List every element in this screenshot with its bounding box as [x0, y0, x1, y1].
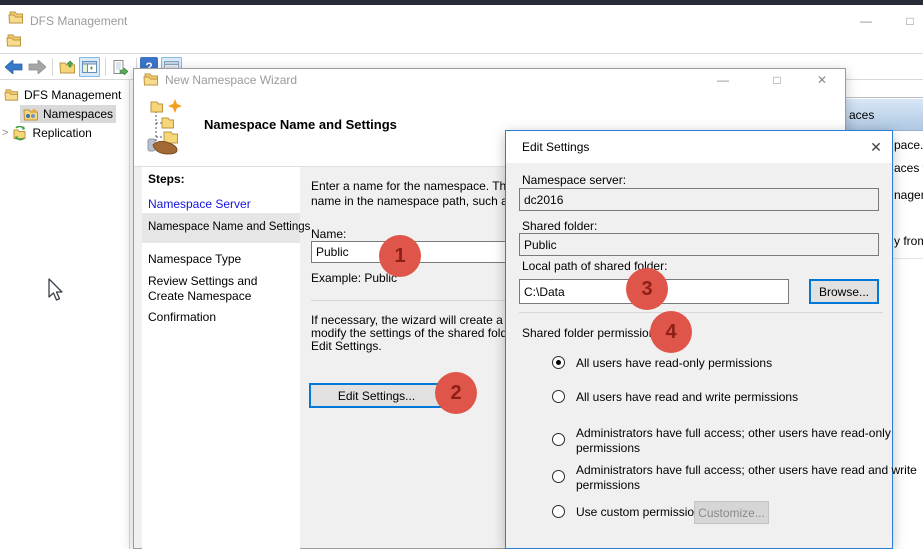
dfs-app-icon: [8, 10, 25, 25]
tree-item-label: Namespaces: [43, 107, 113, 121]
result-pane-header-label: aces: [849, 108, 874, 122]
divider: [893, 258, 923, 259]
minimize-button[interactable]: —: [855, 12, 877, 30]
back-arrow-icon: [5, 60, 23, 74]
divider: [846, 97, 923, 98]
step-namespace-name-settings: Namespace Name and Settings: [148, 221, 310, 233]
radio-admin-full-others-read-label[interactable]: Administrators have full access; other u…: [576, 426, 923, 456]
radio-read-only[interactable]: [552, 356, 565, 369]
wizard-intro-line1: Enter a name for the namespace. This na: [311, 179, 532, 194]
wizard-title: New Namespace Wizard: [165, 73, 297, 87]
menu-bar: File Action View Window Help: [0, 30, 923, 53]
folder-up-icon: [59, 60, 76, 75]
divider: [519, 312, 883, 313]
step-namespace-server[interactable]: Namespace Server: [148, 197, 251, 211]
step-confirmation: Confirmation: [148, 310, 216, 324]
wizard-heading: Namespace Name and Settings: [204, 117, 397, 132]
example-text: Example: Public: [311, 271, 397, 285]
browse-button[interactable]: Browse...: [809, 279, 879, 304]
step-namespace-type: Namespace Type: [148, 252, 241, 266]
back-button[interactable]: [4, 57, 24, 77]
forward-arrow-icon: [28, 60, 46, 74]
show-console-tree-button[interactable]: [79, 57, 100, 77]
tree-item-label: Replication: [32, 126, 91, 140]
name-label: Name:: [311, 227, 346, 241]
radio-read-write[interactable]: [552, 390, 565, 403]
annotation-step-3: 3: [626, 268, 668, 310]
wizard-app-icon: [143, 72, 160, 87]
forward-button[interactable]: [27, 57, 47, 77]
annotation-step-1: 1: [379, 235, 421, 277]
edit-settings-title: Edit Settings: [522, 140, 589, 154]
export-list-button[interactable]: [110, 57, 130, 77]
shared-folder-input: [519, 233, 879, 256]
shared-folder-label: Shared folder:: [522, 219, 597, 233]
tree-item-namespaces[interactable]: Namespaces: [20, 105, 116, 123]
edit-settings-dialog: Edit Settings ✕ Namespace server: Shared…: [505, 130, 893, 549]
radio-admin-full-others-write-label[interactable]: Administrators have full access; other u…: [576, 463, 923, 493]
replication-icon: [12, 126, 28, 141]
step-review-settings: Review Settings and Create Namespace: [148, 274, 290, 304]
namespace-server-input: [519, 188, 879, 211]
action-link-partial[interactable]: y from: [894, 234, 923, 248]
window-title: DFS Management: [30, 14, 127, 28]
wizard-intro-line2: name in the namespace path, such as \\: [311, 194, 524, 209]
wizard-close-button[interactable]: ✕: [811, 71, 833, 89]
radio-custom-permissions[interactable]: [552, 505, 565, 518]
namespace-server-label: Namespace server:: [522, 173, 626, 187]
wizard-minimize-button[interactable]: —: [712, 71, 734, 89]
wizard-maximize-button[interactable]: □: [766, 71, 788, 89]
radio-read-write-label[interactable]: All users have read and write permission…: [576, 390, 923, 405]
console-tree-pane: DFS Management Namespaces > Replication: [0, 80, 130, 549]
customize-button: Customize...: [694, 501, 769, 524]
console-folder-icon: [6, 33, 23, 48]
mouse-cursor: [48, 278, 64, 302]
maximize-button[interactable]: □: [899, 12, 921, 30]
namespaces-icon: [23, 107, 39, 121]
tree-item-dfs-management[interactable]: DFS Management: [4, 86, 121, 104]
radio-admin-full-others-read[interactable]: [552, 433, 565, 446]
expand-chevron-icon[interactable]: >: [2, 127, 8, 139]
up-level-button[interactable]: [57, 57, 77, 77]
annotation-step-2: 2: [435, 372, 477, 414]
tree-item-label: DFS Management: [24, 88, 121, 102]
result-pane-header: aces: [846, 99, 923, 131]
namespace-wizard-icon: [147, 99, 187, 155]
console-tree-icon: [82, 61, 97, 73]
main-titlebar: DFS Management — □: [0, 5, 923, 30]
edit-settings-titlebar: Edit Settings ✕: [506, 131, 892, 163]
radio-read-only-label[interactable]: All users have read-only permissions: [576, 356, 923, 371]
tree-item-replication[interactable]: > Replication: [2, 124, 92, 142]
dfs-management-screen: DFS Management — □ File Action View Wind…: [0, 0, 923, 549]
action-link-partial[interactable]: pace...: [894, 138, 923, 152]
radio-admin-full-others-write[interactable]: [552, 470, 565, 483]
steps-label: Steps:: [148, 172, 185, 186]
wizard-note-line3: Edit Settings.: [311, 340, 382, 353]
wizard-titlebar: New Namespace Wizard — □ ✕: [134, 69, 845, 91]
radio-selected-dot: [556, 360, 561, 365]
export-list-icon: [113, 60, 128, 75]
permissions-label: Shared folder permissions:: [522, 326, 665, 340]
toolbar-separator: [105, 58, 106, 76]
action-link-partial[interactable]: aces t: [894, 161, 923, 175]
edit-settings-close-button[interactable]: ✕: [866, 138, 886, 156]
action-link-partial[interactable]: nagen: [894, 188, 923, 202]
edit-settings-button[interactable]: Edit Settings...: [309, 383, 444, 408]
toolbar-separator: [52, 58, 53, 76]
dfs-folders-icon: [4, 88, 20, 102]
annotation-step-4: 4: [650, 311, 692, 353]
